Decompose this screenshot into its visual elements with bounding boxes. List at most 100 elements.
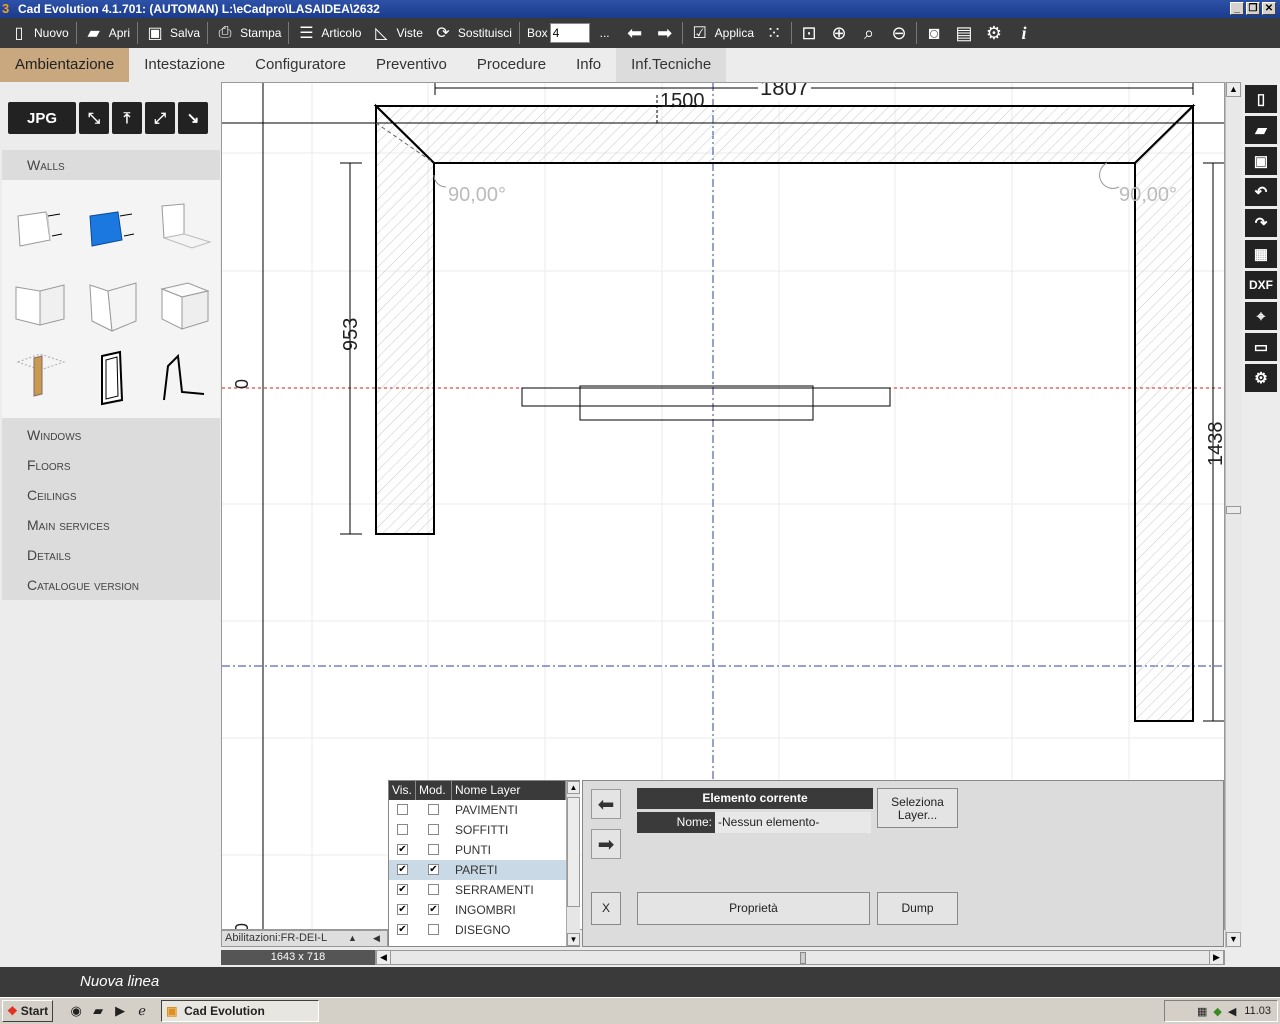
dump-button[interactable]: Dump <box>877 892 958 925</box>
save-button[interactable]: ▣ Salva <box>140 20 205 46</box>
mod-checkbox[interactable]: ✔ <box>428 864 439 875</box>
properties-button[interactable]: Proprietà <box>637 892 870 925</box>
media-player-icon[interactable]: ▶ <box>111 1002 129 1020</box>
vis-checkbox[interactable]: ✔ <box>397 904 408 915</box>
category-main-services[interactable]: Main services <box>2 510 220 540</box>
start-button[interactable]: ❖ Start <box>2 1000 54 1022</box>
category-details[interactable]: Details <box>2 540 220 570</box>
apply-button[interactable]: ☑ Applica <box>685 20 759 46</box>
layer-row[interactable]: ✔ ✔ INGOMBRI <box>389 900 579 920</box>
axis-diagonal-icon[interactable]: ⤢ <box>145 102 175 134</box>
layer-row-selected[interactable]: ✔ ✔ PARETI <box>389 860 579 880</box>
tray-nvidia-icon[interactable]: ◆ <box>1213 1005 1221 1018</box>
catalog-icon[interactable]: ▤ <box>949 20 979 46</box>
walls-header[interactable]: Walls <box>2 150 220 180</box>
wall-single-tool[interactable] <box>10 200 70 260</box>
info-icon[interactable]: i <box>1009 20 1039 46</box>
layer-row[interactable]: SOFFITTI <box>389 820 579 840</box>
ruler-icon[interactable]: ▭ <box>1245 333 1277 361</box>
layer-scrollbar[interactable]: ▲ ▼ <box>566 781 580 946</box>
views-button[interactable]: ◺ Viste <box>366 20 427 46</box>
tab-info[interactable]: Info <box>561 48 616 82</box>
dxf-icon[interactable]: DXF <box>1245 271 1277 299</box>
canvas-vertical-scrollbar[interactable]: ▲ ▼ <box>1225 82 1242 948</box>
close-button[interactable]: ✕ <box>1262 2 1276 15</box>
wall-profile-tool[interactable] <box>152 348 212 408</box>
rotate-axis-icon[interactable]: ⤡ <box>79 102 109 134</box>
vis-checkbox[interactable]: ✔ <box>397 844 408 855</box>
restore-button[interactable]: ❐ <box>1246 2 1260 15</box>
new-page-icon[interactable]: ▯ <box>1245 85 1277 113</box>
settings-icon[interactable]: ⚙ <box>1245 364 1277 392</box>
gear-icon[interactable]: ⚙ <box>979 20 1009 46</box>
tab-intestazione[interactable]: Intestazione <box>129 48 240 82</box>
mod-checkbox[interactable] <box>428 924 439 935</box>
article-button[interactable]: ☰ Articolo <box>291 20 366 46</box>
wall-box-tool[interactable] <box>152 275 212 335</box>
zoom-in-icon[interactable]: ⊕ <box>824 20 854 46</box>
print-button[interactable]: ⎙ Stampa <box>210 20 286 46</box>
tray-volume-icon[interactable]: ◀ <box>1228 1005 1236 1018</box>
layer-row[interactable]: ✔ DISEGNO <box>389 920 579 937</box>
wall-selected-tool[interactable] <box>82 200 142 260</box>
calendar-icon[interactable]: ▦ <box>1245 240 1277 268</box>
mod-checkbox[interactable] <box>428 824 439 835</box>
save-icon[interactable]: ▣ <box>1245 147 1277 175</box>
wall-box-open-tool[interactable] <box>82 275 142 335</box>
wall-corner-tool[interactable] <box>152 198 212 258</box>
layer-scroll-down-icon[interactable]: ▼ <box>567 933 580 946</box>
layer-row[interactable]: PAVIMENTI <box>389 800 579 820</box>
furniture-outline[interactable] <box>521 385 891 421</box>
scroll-left-icon[interactable]: ◀ <box>373 931 380 946</box>
vis-checkbox[interactable]: ✔ <box>397 864 408 875</box>
scroll-up-small-icon[interactable]: ▲ <box>348 931 357 946</box>
zoom-icon[interactable]: ⌕ <box>854 20 884 46</box>
vis-checkbox[interactable]: ✔ <box>397 924 408 935</box>
tab-ambientazione[interactable]: Ambientazione <box>0 48 130 82</box>
wall-frame-tool[interactable] <box>82 348 142 408</box>
hscroll-thumb[interactable] <box>800 952 806 964</box>
minimize-button[interactable]: _ <box>1230 2 1244 15</box>
folder-quicklaunch-icon[interactable]: ▰ <box>89 1002 107 1020</box>
mod-checkbox[interactable] <box>428 804 439 815</box>
camera-icon[interactable]: ◙ <box>919 20 949 46</box>
tab-procedure[interactable]: Procedure <box>462 48 561 82</box>
scroll-left-arrow-icon[interactable]: ◀ <box>376 950 391 965</box>
category-windows[interactable]: Windows <box>2 420 220 450</box>
category-catalogue-version[interactable]: Catalogue version <box>2 570 220 600</box>
replace-button[interactable]: ⟳ Sostituisci <box>428 20 517 46</box>
layer-row[interactable]: ✔ PUNTI <box>389 840 579 860</box>
box-input[interactable] <box>549 23 590 43</box>
taskbar-item-cad-evolution[interactable]: ▣ Cad Evolution 4.1.701:... <box>161 1000 320 1022</box>
open-folder-icon[interactable]: ▰ <box>1245 116 1277 144</box>
zoom-window-icon[interactable]: ⊡ <box>794 20 824 46</box>
mod-checkbox[interactable]: ✔ <box>428 904 439 915</box>
arrow-left-icon[interactable]: ⬅ <box>620 20 650 46</box>
grid-dots-icon[interactable]: ⁙ <box>759 20 789 46</box>
wall-l-shape-tool[interactable] <box>10 275 70 335</box>
scroll-thumb[interactable] <box>1226 506 1241 514</box>
wall-door-tool[interactable] <box>10 348 70 408</box>
prev-element-arrow-icon[interactable]: ⬅ <box>591 789 621 819</box>
undo-icon[interactable]: ↶ <box>1245 178 1277 206</box>
category-floors[interactable]: Floors <box>2 450 220 480</box>
arrow-right-icon[interactable]: ➡ <box>650 20 680 46</box>
canvas-horizontal-scrollbar[interactable]: ◀ ▶ <box>375 950 1225 965</box>
tab-inf-tecniche[interactable]: Inf.Tecniche <box>616 48 727 82</box>
close-x-button[interactable]: X <box>591 892 621 925</box>
scroll-right-arrow-icon[interactable]: ▶ <box>1209 950 1224 965</box>
tab-preventivo[interactable]: Preventivo <box>361 48 462 82</box>
zoom-out-icon[interactable]: ⊖ <box>884 20 914 46</box>
axis-corner-icon[interactable]: ↘ <box>178 102 208 134</box>
browser-icon[interactable]: ◉ <box>67 1002 85 1020</box>
next-element-arrow-icon[interactable]: ➡ <box>591 829 621 859</box>
tab-configuratore[interactable]: Configuratore <box>240 48 361 82</box>
layer-row[interactable]: ✔ SERRAMENTI <box>389 880 579 900</box>
axis-up-icon[interactable]: ⤒ <box>112 102 142 134</box>
ie-icon[interactable]: ℯ <box>133 1002 151 1020</box>
layer-scroll-thumb[interactable] <box>567 797 580 907</box>
target-icon[interactable]: ⌖ <box>1245 302 1277 330</box>
new-button[interactable]: ▯ Nuovo <box>4 20 74 46</box>
tray-network-icon[interactable]: ▦ <box>1197 1005 1207 1018</box>
category-ceilings[interactable]: Ceilings <box>2 480 220 510</box>
